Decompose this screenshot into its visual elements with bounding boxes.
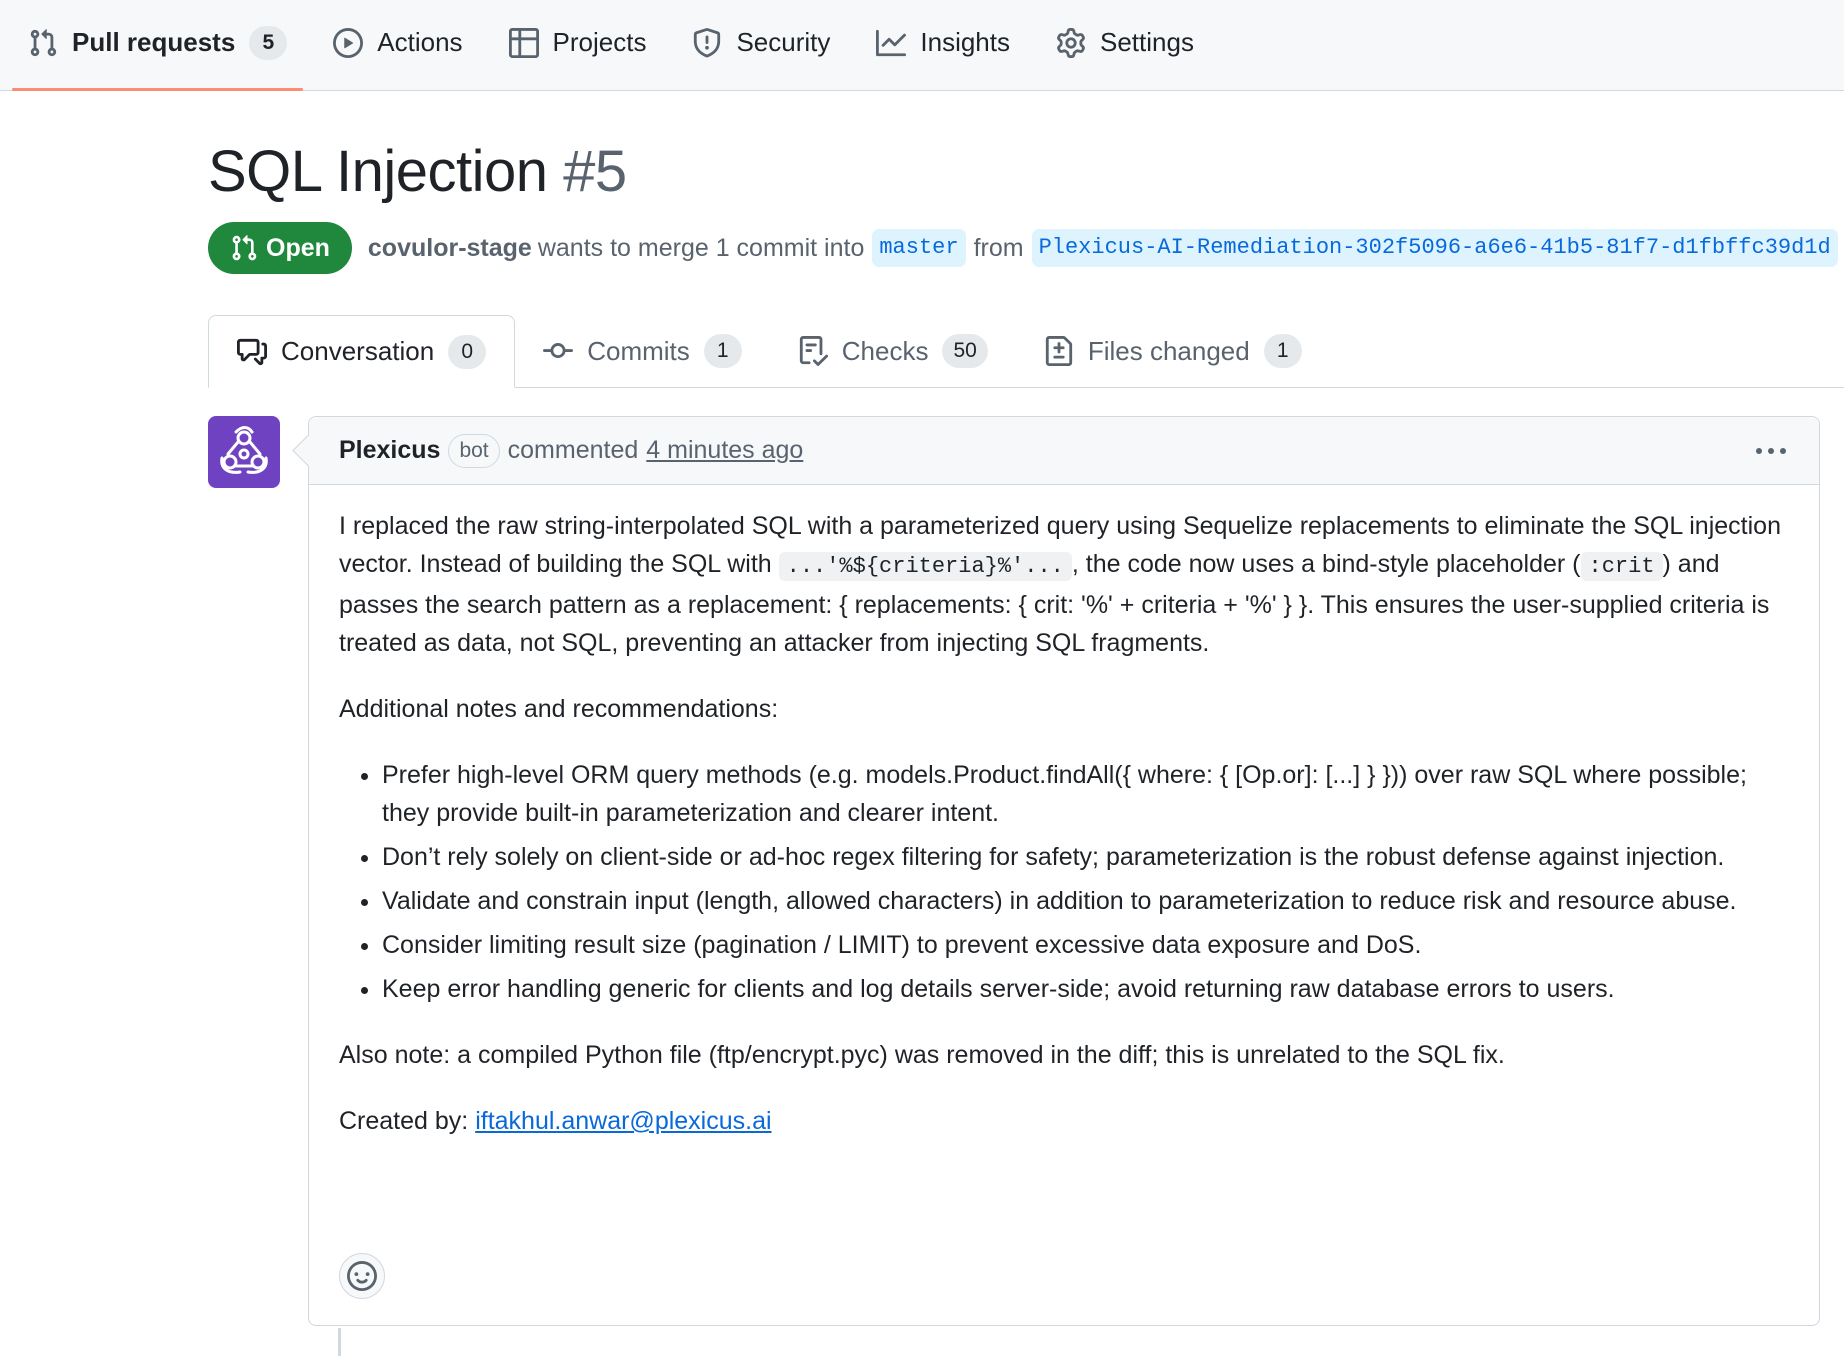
timeline-connector (338, 1328, 341, 1356)
list-item: Don’t rely solely on client-side or ad-h… (382, 838, 1789, 876)
pr-meta: Open covulor-stage wants to merge 1 comm… (208, 222, 1844, 274)
comment-body: I replaced the raw string-interpolated S… (309, 485, 1819, 1140)
list-item: Validate and constrain input (length, al… (382, 882, 1789, 920)
comment-paragraph-1: I replaced the raw string-interpolated S… (339, 507, 1789, 662)
created-by-email-link[interactable]: iftakhul.anwar@plexicus.ai (475, 1107, 771, 1135)
comment-header: Plexicus bot commented 4 minutes ago (309, 417, 1819, 485)
list-item: Keep error handling generic for clients … (382, 970, 1789, 1008)
comment-paragraph-3: Also note: a compiled Python file (ftp/e… (339, 1041, 1505, 1069)
created-by-line: Created by: iftakhul.anwar@plexicus.ai (339, 1102, 1789, 1140)
git-pull-request-icon (232, 235, 257, 261)
pr-state-badge: Open (208, 222, 352, 274)
git-commit-icon (543, 336, 574, 366)
commits-count: 1 (703, 334, 742, 368)
pr-state-label: Open (266, 233, 330, 262)
files-changed-count: 1 (1263, 334, 1302, 368)
kebab-menu-icon[interactable] (1751, 433, 1791, 469)
play-icon (333, 27, 364, 58)
smiley-icon (347, 1261, 377, 1291)
pr-tabs: Conversation 0 Commits 1 Checks 50 Files… (208, 315, 1844, 388)
head-branch[interactable]: Plexicus-AI-Remediation-302f5096-a6e6-41… (1031, 229, 1838, 267)
tab-checks[interactable]: Checks 50 (770, 315, 1016, 387)
file-diff-icon (1044, 336, 1074, 366)
tab-commits-label: Commits (587, 335, 690, 366)
pr-title: SQL Injection #5 (208, 138, 627, 205)
inline-code-crit: :crit (1580, 552, 1663, 581)
gear-icon (1056, 27, 1086, 58)
tab-conversation[interactable]: Conversation 0 (208, 315, 516, 388)
table-icon (508, 27, 539, 58)
pr-number: #5 (563, 139, 627, 204)
nav-security[interactable]: Security (676, 0, 846, 90)
comment-action: commented (507, 436, 639, 464)
tab-checks-label: Checks (841, 335, 929, 366)
tab-files-changed-label: Files changed (1087, 335, 1250, 366)
conversation-count: 0 (448, 334, 487, 369)
pr-author-link[interactable]: covulor-stage (368, 234, 532, 263)
tab-files-changed[interactable]: Files changed 1 (1016, 315, 1330, 387)
checks-count: 50 (942, 334, 988, 368)
tab-conversation-label: Conversation (281, 336, 435, 366)
nav-settings[interactable]: Settings (1040, 0, 1210, 90)
nav-projects[interactable]: Projects (493, 0, 663, 90)
nav-security-label: Security (736, 27, 831, 57)
pr-title-text: SQL Injection (208, 139, 548, 204)
bot-badge: bot (448, 433, 500, 468)
plexicus-logo-icon (220, 426, 268, 474)
created-by-label: Created by: (339, 1107, 476, 1135)
comment-paragraph-2: Additional notes and recommendations: (339, 695, 779, 723)
para1-text-2: , the code now uses a bind-style placeho… (1071, 550, 1581, 578)
nav-insights-label: Insights (920, 27, 1010, 57)
recommendations-list: Prefer high-level ORM query methods (e.g… (339, 756, 1789, 1008)
nav-pull-requests-label: Pull requests (72, 27, 236, 57)
base-branch[interactable]: master (872, 229, 966, 267)
comment-author-link[interactable]: Plexicus (339, 436, 440, 465)
comment-timestamp-link[interactable]: 4 minutes ago (646, 436, 803, 465)
pull-requests-count: 5 (249, 25, 288, 60)
graph-icon (876, 28, 907, 58)
nav-pull-requests[interactable]: Pull requests 5 (12, 0, 304, 91)
nav-projects-label: Projects (552, 27, 647, 57)
git-pull-request-icon (28, 28, 58, 58)
add-reaction-button[interactable] (339, 1253, 385, 1299)
list-item: Prefer high-level ORM query methods (e.g… (382, 756, 1789, 832)
inline-code-criteria: ...'%${criteria}%'... (778, 552, 1072, 581)
pr-merge-text: wants to merge 1 commit into (537, 233, 865, 262)
nav-insights[interactable]: Insights (860, 0, 1026, 90)
tab-commits[interactable]: Commits 1 (515, 315, 770, 387)
nav-actions-label: Actions (377, 27, 463, 57)
shield-icon (692, 27, 722, 58)
checklist-icon (798, 336, 828, 366)
nav-actions[interactable]: Actions (317, 0, 478, 90)
list-item: Consider limiting result size (paginatio… (382, 926, 1789, 964)
pr-from-text: from (973, 233, 1024, 262)
avatar[interactable] (208, 416, 280, 488)
comment-discussion-icon (237, 337, 267, 367)
repo-nav: Pull requests 5 Actions Projects Securit… (0, 0, 1844, 91)
comment-card: Plexicus bot commented 4 minutes ago I r… (308, 416, 1820, 1326)
nav-settings-label: Settings (1100, 27, 1194, 57)
